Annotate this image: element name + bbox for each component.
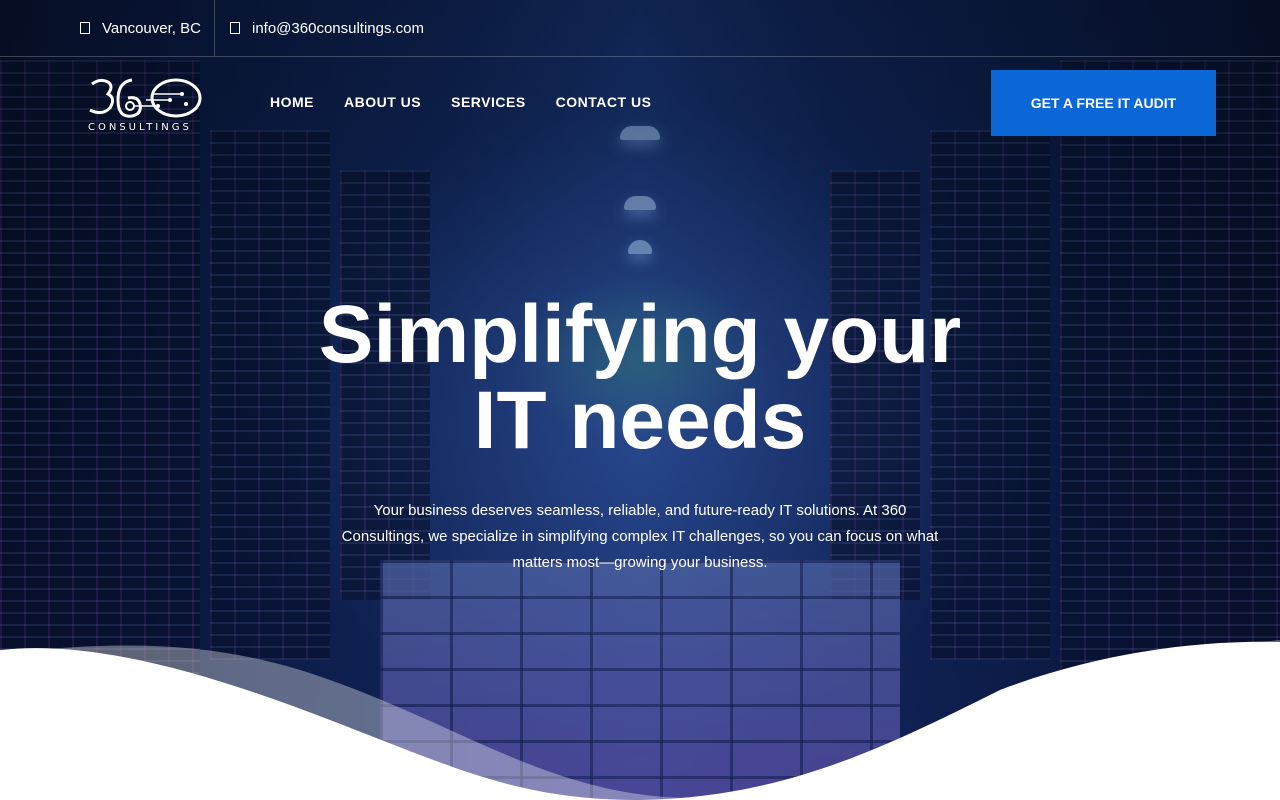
hero-title: Simplifying your IT needs (240, 292, 1040, 464)
hero-title-line-1: Simplifying your (318, 289, 962, 380)
location-text: Vancouver, BC (102, 19, 201, 37)
ceiling-lamp (628, 240, 652, 254)
nav-item-contact-us[interactable]: CONTACT US (556, 94, 652, 110)
ceiling-lamp (624, 196, 656, 210)
location-info: Vancouver, BC (80, 0, 201, 56)
envelope-icon (230, 22, 240, 34)
hero-bottom-wave (0, 640, 1280, 800)
ceiling-lamp (620, 126, 660, 140)
email-info[interactable]: info@360consultings.com (230, 0, 424, 56)
hero-subtitle: Your business deserves seamless, reliabl… (341, 502, 939, 571)
top-info-bar: Vancouver, BC info@360consultings.com (0, 0, 1280, 57)
hero-title-line-2: IT needs (473, 375, 807, 466)
email-link[interactable]: info@360consultings.com (252, 20, 424, 37)
map-marker-icon (80, 22, 90, 34)
main-nav: HOME ABOUT US SERVICES CONTACT US (270, 94, 651, 110)
logo-wordmark: CONSULTINGS (88, 122, 192, 133)
nav-item-home[interactable]: HOME (270, 94, 314, 110)
free-it-audit-button[interactable]: GET A FREE IT AUDIT (991, 70, 1216, 136)
page: Vancouver, BC info@360consultings.com CO… (0, 0, 1280, 800)
logo-mark-icon (89, 78, 202, 118)
site-logo[interactable]: CONSULTINGS (86, 74, 206, 136)
nav-item-about-us[interactable]: ABOUT US (344, 94, 421, 110)
nav-item-services[interactable]: SERVICES (451, 94, 526, 110)
divider (214, 0, 215, 56)
